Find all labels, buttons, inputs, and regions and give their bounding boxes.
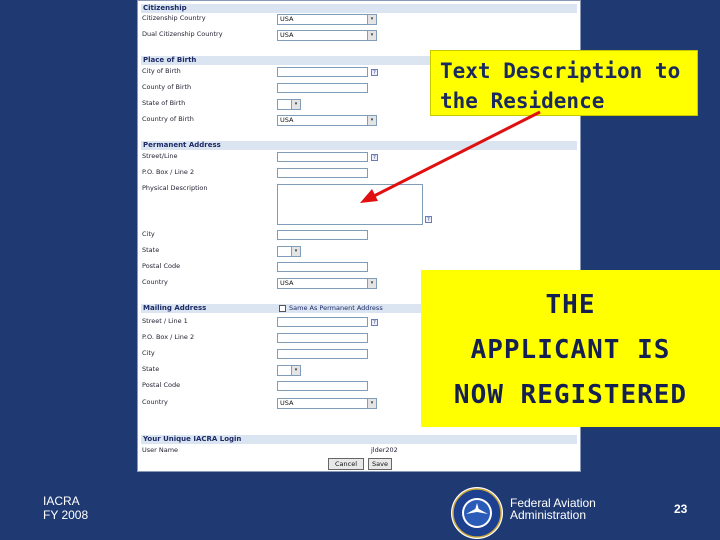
dropdown-arrow-icon[interactable]: ▾ (291, 247, 300, 256)
country-of-birth-value: USA (280, 116, 294, 124)
country-of-birth-select[interactable]: USA ▾ (277, 115, 377, 126)
slide: Citizenship Citizenship Country USA ▾ Dua… (0, 0, 720, 540)
residence-callout: Text Description to the Residence (430, 50, 698, 116)
mail-state-select[interactable]: ▾ (277, 365, 301, 376)
registered-callout: THE APPLICANT IS NOW REGISTERED (421, 270, 720, 427)
dual-citizenship-country-select[interactable]: USA ▾ (277, 30, 377, 41)
faa-name-line-2: Administration (510, 508, 587, 522)
dual-citizenship-country-value: USA (280, 31, 294, 39)
dropdown-arrow-icon[interactable]: ▾ (291, 366, 300, 375)
page-number: 23 (674, 502, 688, 516)
mail-state-label: State (142, 365, 160, 373)
registered-line-3: NOW REGISTERED (453, 380, 688, 410)
perm-po-box-input[interactable] (277, 168, 368, 178)
city-of-birth-label: City of Birth (142, 67, 181, 75)
dropdown-arrow-icon[interactable]: ▾ (367, 15, 376, 24)
dropdown-arrow-icon[interactable]: ▾ (367, 399, 376, 408)
registered-line-1: THE (545, 290, 596, 320)
mail-postal-code-input[interactable] (277, 381, 368, 391)
dropdown-arrow-icon[interactable]: ▾ (367, 279, 376, 288)
mail-postal-code-label: Postal Code (142, 381, 181, 389)
mailing-address-title: Mailing Address (143, 304, 207, 312)
section-permanent-address-header: Permanent Address (141, 141, 577, 150)
footer-org: IACRA FY 2008 (43, 494, 88, 522)
mail-po-box-label: P.O. Box / Line 2 (142, 333, 195, 341)
perm-city-input[interactable] (277, 230, 368, 240)
perm-postal-code-label: Postal Code (142, 262, 181, 270)
footer-org-line-2: FY 2008 (43, 508, 89, 522)
mail-city-input[interactable] (277, 349, 368, 359)
cancel-button[interactable]: Cancel (328, 458, 364, 470)
mail-street-label: Street / Line 1 (142, 317, 188, 325)
county-of-birth-label: County of Birth (142, 83, 192, 91)
perm-country-label: Country (142, 278, 168, 286)
mail-country-select[interactable]: USA ▾ (277, 398, 377, 409)
mail-city-label: City (142, 349, 155, 357)
citizenship-country-label: Citizenship Country (142, 14, 206, 22)
help-icon[interactable]: ? (371, 319, 378, 326)
perm-street-input[interactable] (277, 152, 368, 162)
state-of-birth-label: State of Birth (142, 99, 186, 107)
mail-po-box-input[interactable] (277, 333, 368, 343)
footer-org-line-1: IACRA (43, 494, 80, 508)
city-of-birth-input[interactable] (277, 67, 368, 77)
same-as-permanent-checkbox[interactable] (279, 305, 286, 312)
perm-city-label: City (142, 230, 155, 238)
dropdown-arrow-icon[interactable]: ▾ (367, 116, 376, 125)
mail-country-value: USA (280, 399, 294, 407)
help-icon[interactable]: ? (425, 216, 432, 223)
dual-citizenship-country-label: Dual Citizenship Country (142, 30, 223, 38)
save-button[interactable]: Save (368, 458, 392, 470)
state-of-birth-select[interactable]: ▾ (277, 99, 301, 110)
perm-physical-description-label: Physical Description (142, 184, 208, 192)
perm-country-value: USA (280, 279, 294, 287)
mail-street-input[interactable] (277, 317, 368, 327)
perm-state-label: State (142, 246, 160, 254)
section-citizenship-header: Citizenship (141, 4, 577, 13)
mail-country-label: Country (142, 398, 168, 406)
faa-name: Federal Aviation Administration (510, 497, 596, 521)
county-of-birth-input[interactable] (277, 83, 368, 93)
dropdown-arrow-icon[interactable]: ▾ (291, 100, 300, 109)
help-icon[interactable]: ? (371, 69, 378, 76)
registered-line-2: APPLICANT IS (470, 335, 671, 365)
user-name-label: User Name (142, 446, 179, 454)
perm-country-select[interactable]: USA ▾ (277, 278, 377, 289)
residence-callout-line-2: the Residence (440, 89, 605, 113)
residence-callout-line-1: Text Description to (440, 59, 681, 83)
faa-seal-icon (451, 487, 503, 539)
perm-po-box-label: P.O. Box / Line 2 (142, 168, 195, 176)
perm-state-select[interactable]: ▾ (277, 246, 301, 257)
help-icon[interactable]: ? (371, 154, 378, 161)
perm-postal-code-input[interactable] (277, 262, 368, 272)
perm-street-label: Street/Line (142, 152, 178, 160)
country-of-birth-label: Country of Birth (142, 115, 194, 123)
dropdown-arrow-icon[interactable]: ▾ (367, 31, 376, 40)
perm-physical-description-textarea[interactable] (277, 184, 423, 225)
citizenship-country-select[interactable]: USA ▾ (277, 14, 377, 25)
citizenship-country-value: USA (280, 15, 294, 23)
same-as-permanent-label: Same As Permanent Address (289, 304, 383, 312)
residence-callout-text: Text Description to the Residence (440, 56, 680, 116)
user-name-value: jlder202 (371, 446, 398, 454)
section-login-header: Your Unique IACRA Login (141, 435, 577, 444)
